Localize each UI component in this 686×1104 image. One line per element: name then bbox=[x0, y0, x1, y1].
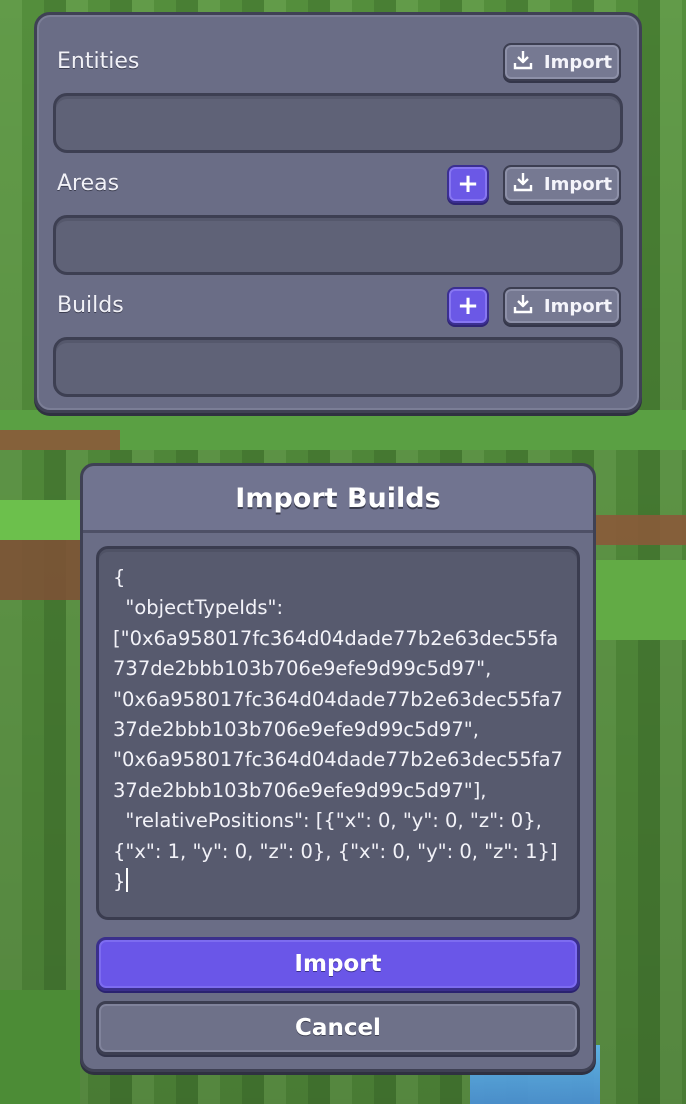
entities-import-label: Import bbox=[543, 51, 613, 73]
import-builds-dialog: Import Builds { "objectTypeIds": ["0x6a9… bbox=[80, 463, 596, 1072]
resize-handle-icon[interactable] bbox=[559, 899, 573, 913]
areas-list[interactable] bbox=[53, 215, 623, 275]
builds-import-button[interactable]: Import bbox=[503, 287, 621, 325]
plus-icon: + bbox=[457, 291, 479, 321]
builds-label: Builds bbox=[57, 293, 124, 318]
areas-import-label: Import bbox=[543, 173, 613, 195]
builds-section-header: Builds + Import bbox=[55, 287, 621, 327]
areas-import-button[interactable]: Import bbox=[503, 165, 621, 203]
entities-label: Entities bbox=[57, 49, 140, 74]
builds-list[interactable] bbox=[53, 337, 623, 397]
dialog-title: Import Builds bbox=[235, 482, 441, 514]
download-icon bbox=[512, 293, 534, 320]
text-caret bbox=[126, 868, 129, 893]
add-area-button[interactable]: + bbox=[447, 165, 489, 203]
dialog-header: Import Builds bbox=[83, 466, 593, 533]
entities-import-button[interactable]: Import bbox=[503, 43, 621, 81]
lists-panel: Entities Import Areas + Import Builds + bbox=[34, 12, 642, 413]
areas-label: Areas bbox=[57, 171, 120, 196]
cancel-button[interactable]: Cancel bbox=[96, 1001, 580, 1055]
textarea-content: { "objectTypeIds": ["0x6a958017fc364d04d… bbox=[113, 566, 563, 894]
entities-list[interactable] bbox=[53, 93, 623, 153]
plus-icon: + bbox=[457, 169, 479, 199]
areas-section-header: Areas + Import bbox=[55, 165, 621, 205]
add-build-button[interactable]: + bbox=[447, 287, 489, 325]
import-confirm-button[interactable]: Import bbox=[96, 937, 580, 991]
import-json-textarea[interactable]: { "objectTypeIds": ["0x6a958017fc364d04d… bbox=[96, 546, 580, 920]
download-icon bbox=[512, 49, 534, 76]
entities-section-header: Entities Import bbox=[55, 43, 621, 83]
download-icon bbox=[512, 171, 534, 198]
builds-import-label: Import bbox=[543, 295, 613, 317]
